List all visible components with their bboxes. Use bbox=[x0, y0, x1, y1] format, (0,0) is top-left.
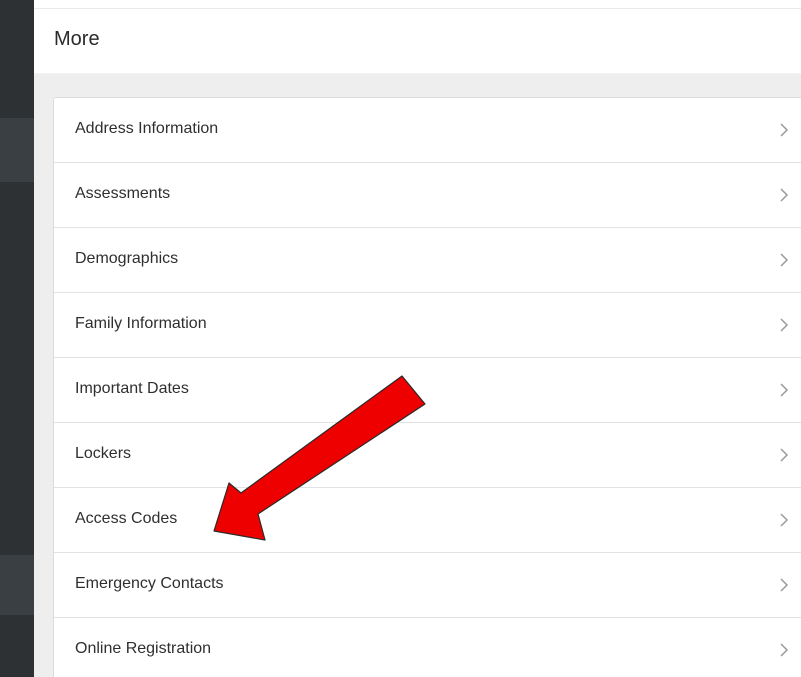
menu-item-family-information[interactable]: Family Information bbox=[54, 293, 801, 358]
chevron-right-icon bbox=[780, 578, 789, 592]
top-strip bbox=[34, 0, 801, 9]
chevron-right-icon bbox=[780, 318, 789, 332]
chevron-right-icon bbox=[780, 123, 789, 137]
app-window: More Address Information Assessments Dem… bbox=[0, 0, 801, 677]
chevron-right-icon bbox=[780, 643, 789, 657]
sidebar-band bbox=[0, 555, 34, 615]
menu-item-demographics[interactable]: Demographics bbox=[54, 228, 801, 293]
menu-item-label: Assessments bbox=[75, 185, 171, 202]
menu-item-address-information[interactable]: Address Information bbox=[54, 98, 801, 163]
menu-item-label: Access Codes bbox=[75, 510, 178, 527]
chevron-right-icon bbox=[780, 448, 789, 462]
menu-item-important-dates[interactable]: Important Dates bbox=[54, 358, 801, 423]
menu-item-lockers[interactable]: Lockers bbox=[54, 423, 801, 488]
page-header: More bbox=[34, 9, 801, 73]
page-title: More bbox=[54, 28, 100, 50]
menu-list: Address Information Assessments Demograp… bbox=[53, 97, 801, 677]
menu-item-label: Emergency Contacts bbox=[75, 575, 224, 592]
menu-item-access-codes[interactable]: Access Codes bbox=[54, 488, 801, 553]
chevron-right-icon bbox=[780, 188, 789, 202]
chevron-right-icon bbox=[780, 253, 789, 267]
chevron-right-icon bbox=[780, 513, 789, 527]
menu-item-emergency-contacts[interactable]: Emergency Contacts bbox=[54, 553, 801, 618]
menu-item-label: Important Dates bbox=[75, 380, 189, 397]
menu-item-label: Lockers bbox=[75, 445, 132, 462]
left-sidebar-rail bbox=[0, 0, 34, 677]
menu-item-online-registration[interactable]: Online Registration bbox=[54, 618, 801, 677]
menu-item-label: Demographics bbox=[75, 250, 179, 267]
menu-item-label: Online Registration bbox=[75, 640, 212, 657]
menu-item-assessments[interactable]: Assessments bbox=[54, 163, 801, 228]
menu-item-label: Family Information bbox=[75, 315, 207, 332]
chevron-right-icon bbox=[780, 383, 789, 397]
menu-item-label: Address Information bbox=[75, 120, 219, 137]
sidebar-band bbox=[0, 118, 34, 182]
